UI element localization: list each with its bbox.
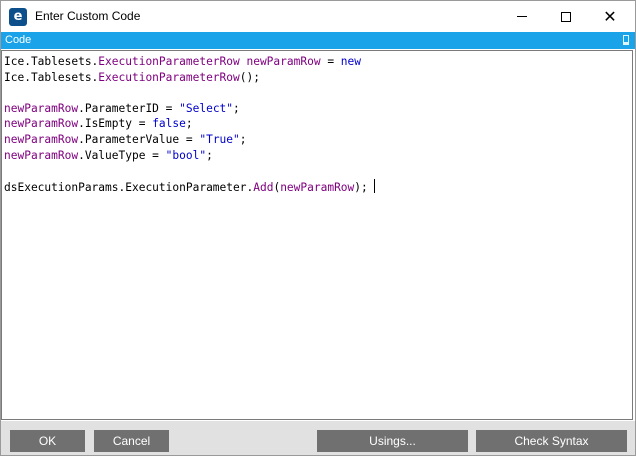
code-line: newParamRow.ParameterID = "Select"; (4, 101, 375, 117)
code-line: Ice.Tablesets.ExecutionParameterRow(); (4, 70, 375, 86)
code-token: ExecutionParameterRow newParamRow (98, 55, 321, 68)
code-token: ; (206, 148, 213, 162)
code-token: (); (239, 70, 260, 84)
code-token: Add (253, 180, 274, 194)
code-token: "True" (199, 132, 240, 146)
code-token: ; (239, 132, 247, 146)
code-token: newParamRow (4, 101, 79, 115)
cancel-button[interactable]: Cancel (94, 430, 169, 452)
code-panel-title: Code (5, 34, 32, 46)
minimize-icon (517, 16, 527, 17)
code-line: newParamRow.IsEmpty = false; (4, 116, 375, 132)
code-token: newParamRow (4, 132, 79, 146)
code-token: "Select" (179, 101, 234, 115)
maximize-button[interactable] (543, 1, 589, 32)
text-caret (373, 178, 375, 193)
code-text[interactable]: Ice.Tablesets.ExecutionParameterRow newP… (4, 54, 375, 194)
code-token: dsExecutionParams.ExecutionParameter. (4, 180, 254, 194)
code-line: newParamRow.ValueType = "bool"; (4, 148, 375, 164)
window-title: Enter Custom Code (35, 9, 141, 23)
code-token: newParamRow (4, 117, 79, 131)
code-line: newParamRow.ParameterValue = "True"; (4, 132, 375, 148)
code-token: false (152, 117, 186, 131)
app-logo-icon: e (9, 8, 27, 26)
title-bar[interactable]: e Enter Custom Code ✕ (1, 1, 635, 32)
code-token: .IsEmpty = (78, 117, 153, 131)
code-token: newParamRow (4, 148, 79, 162)
code-token: newParamRow (280, 180, 355, 194)
code-token: ExecutionParameterRow (98, 70, 240, 84)
code-token: Ice.Tablesets. (4, 70, 99, 84)
code-token: ); (354, 180, 368, 194)
maximize-icon (561, 11, 571, 22)
code-line: Ice.Tablesets.ExecutionParameterRow newP… (4, 54, 375, 70)
code-token: .ParameterID = (78, 101, 180, 115)
code-token: "bool" (165, 148, 207, 162)
close-button[interactable]: ✕ (587, 1, 633, 32)
code-token: ; (185, 117, 193, 131)
ok-button[interactable]: OK (10, 430, 85, 452)
check-syntax-button[interactable]: Check Syntax (476, 430, 627, 452)
code-token: = (320, 55, 341, 68)
code-line: dsExecutionParams.ExecutionParameter.Add… (4, 178, 375, 195)
usings-button[interactable]: Usings... (317, 430, 468, 452)
code-token: Ice.Tablesets. (4, 55, 99, 68)
code-token: new (340, 55, 362, 68)
button-bar: OK Cancel Usings... Check Syntax (1, 421, 635, 455)
code-editor[interactable]: Ice.Tablesets.ExecutionParameterRow newP… (1, 50, 633, 420)
pin-icon[interactable] (623, 35, 629, 45)
close-icon: ✕ (603, 6, 617, 26)
custom-code-dialog: e Enter Custom Code ✕ Code Ice.Tablesets… (0, 0, 636, 456)
code-token: ; (233, 101, 240, 115)
code-panel-header: Code (1, 32, 635, 49)
code-token: .ValueType = (78, 148, 166, 162)
minimize-button[interactable] (499, 1, 545, 32)
code-token: .ParameterValue = (78, 132, 200, 146)
